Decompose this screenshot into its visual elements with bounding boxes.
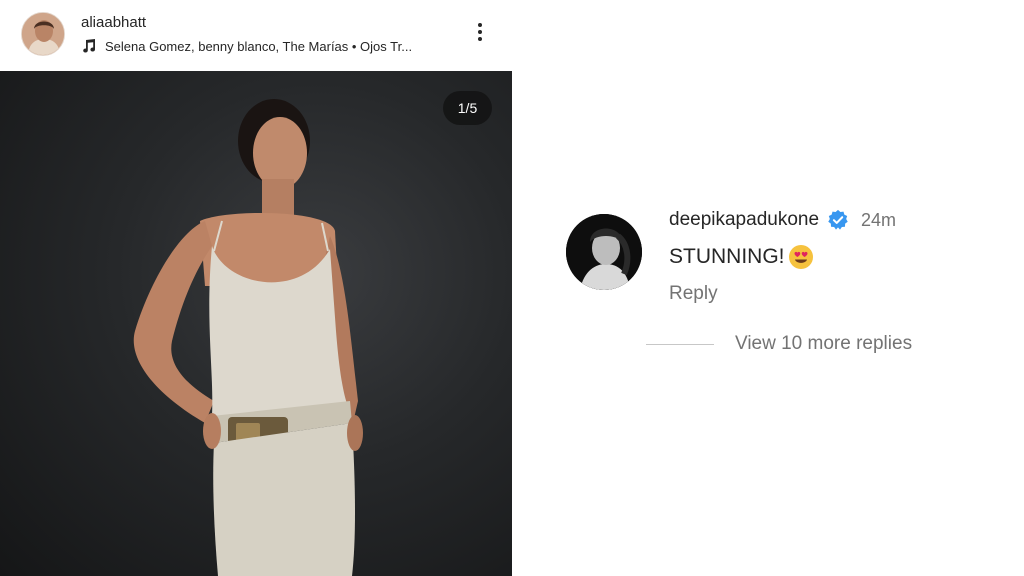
- comment-body: STUNNING!: [669, 244, 814, 270]
- commenter-username[interactable]: deepikapadukone: [669, 209, 819, 231]
- carousel-counter: 1/5: [443, 91, 492, 125]
- more-options-button[interactable]: [470, 20, 490, 50]
- verified-badge-icon: [828, 209, 848, 230]
- comment-header: deepikapadukone 24m: [669, 207, 896, 233]
- reply-button[interactable]: Reply: [669, 283, 718, 305]
- view-more-replies-label: View 10 more replies: [735, 333, 913, 354]
- comment-timestamp: 24m: [861, 209, 897, 230]
- author-avatar[interactable]: [21, 12, 65, 56]
- post-header: aliaabhatt Selena Gomez, benny blanco, T…: [0, 0, 512, 71]
- view-more-replies-button[interactable]: View 10 more replies: [646, 331, 912, 357]
- post-author-username[interactable]: aliaabhatt: [81, 14, 146, 31]
- commenter-avatar[interactable]: [566, 214, 642, 290]
- comment-text: STUNNING!: [669, 245, 785, 268]
- heart-eyes-emoji: [788, 245, 813, 269]
- more-vertical-icon: [478, 23, 482, 27]
- music-note-icon: [83, 39, 96, 53]
- music-row[interactable]: Selena Gomez, benny blanco, The Marías •…: [81, 37, 461, 55]
- post-photo[interactable]: 1/5: [0, 71, 512, 576]
- post-photo-illustration: [133, 99, 363, 576]
- replies-divider: [646, 343, 714, 345]
- post: aliaabhatt Selena Gomez, benny blanco, T…: [0, 0, 512, 576]
- music-track-text: Selena Gomez, benny blanco, The Marías •…: [105, 38, 413, 54]
